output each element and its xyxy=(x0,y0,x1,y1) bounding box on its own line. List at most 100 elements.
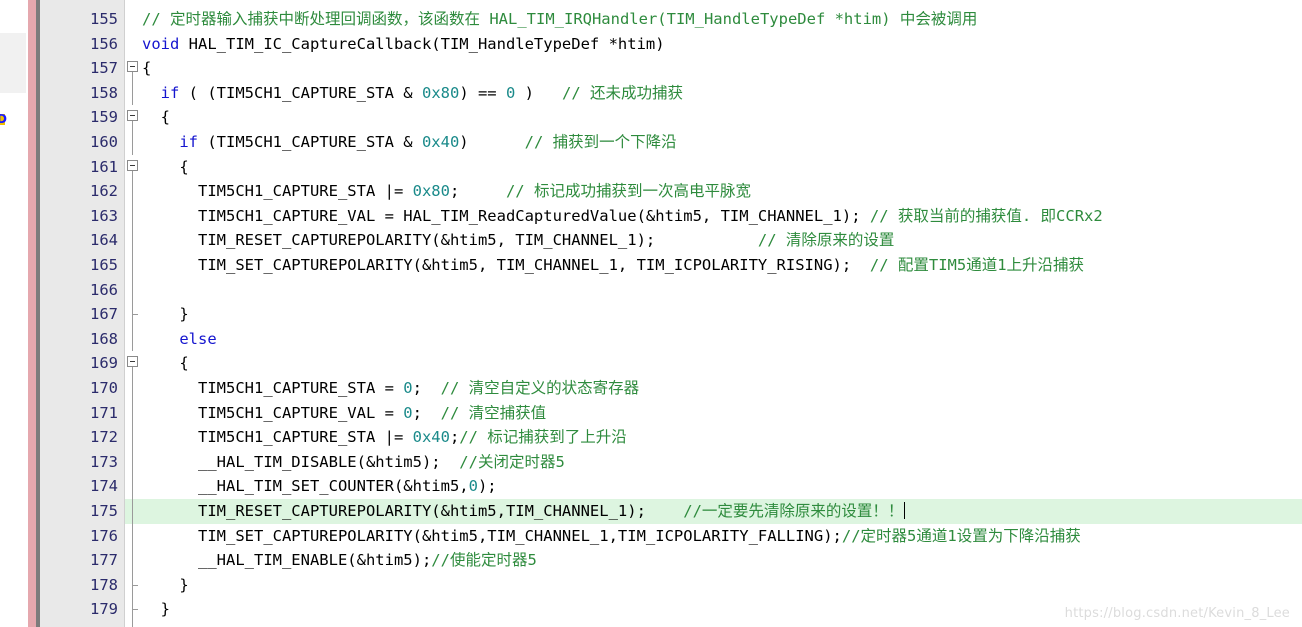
fold-guide-line xyxy=(126,277,140,303)
fold-region-end xyxy=(126,597,140,622)
line-number: 166 xyxy=(90,280,118,299)
line-number: 160 xyxy=(90,133,118,151)
code-line[interactable]: 164 TIM_RESET_CAPTUREPOLARITY(&htim5, TI… xyxy=(0,228,1302,253)
code-line-text: { xyxy=(142,354,189,373)
code-line-text: if ( (TIM5CH1_CAPTURE_STA & 0x80) == 0 )… xyxy=(160,83,683,102)
code-line-text: } xyxy=(142,622,155,627)
code-line[interactable]: 177 __HAL_TIM_ENABLE(&htim5);//使能定时器5 xyxy=(0,548,1302,573)
code-line-text: { xyxy=(142,59,152,78)
code-line-text: __HAL_TIM_SET_COUNTER(&htim5,0); xyxy=(142,477,497,496)
code-line[interactable]: 175 TIM_RESET_CAPTUREPOLARITY(&htim5,TIM… xyxy=(0,499,1302,524)
code-editor-view[interactable]: D 155// 定时器输入捕获中断处理回调函数，该函数在 HAL_TIM_IRQ… xyxy=(0,0,1302,627)
code-line[interactable]: 161 { xyxy=(0,155,1302,180)
fold-guide-line xyxy=(126,130,140,155)
code-line-text: TIM5CH1_CAPTURE_STA |= 0x40;// 标记捕获到了上升沿 xyxy=(142,428,627,447)
code-line-text: { xyxy=(142,157,189,176)
code-line-text: TIM_SET_CAPTUREPOLARITY(&htim5,TIM_CHANN… xyxy=(142,526,1081,545)
fold-region-end xyxy=(126,302,140,327)
code-line[interactable]: 176 TIM_SET_CAPTUREPOLARITY(&htim5,TIM_C… xyxy=(0,523,1302,549)
line-number: 180 xyxy=(40,622,118,627)
code-line-text: } xyxy=(142,575,189,594)
line-number: 168 xyxy=(90,329,118,348)
line-number: 177 xyxy=(90,551,118,570)
fold-guide-line xyxy=(126,449,140,475)
fold-guide-line xyxy=(126,80,140,106)
code-line[interactable]: 165 TIM_SET_CAPTUREPOLARITY(&htim5, TIM_… xyxy=(0,253,1302,278)
line-number: 176 xyxy=(90,526,118,545)
line-number: 170 xyxy=(90,379,118,397)
code-line-text: __HAL_TIM_DISABLE(&htim5); //关闭定时器5 xyxy=(142,452,565,471)
line-number: 159 xyxy=(90,108,118,127)
code-line[interactable]: 178 } xyxy=(0,572,1302,598)
code-line-text: else xyxy=(179,329,217,348)
fold-toggle-icon[interactable] xyxy=(126,56,140,81)
watermark-text: https://blog.csdn.net/Kevin_8_Lee xyxy=(1064,606,1290,621)
code-line-text: TIM5CH1_CAPTURE_STA = 0; // 清空自定义的状态寄存器 xyxy=(142,379,640,397)
code-line[interactable]: 162 TIM5CH1_CAPTURE_STA |= 0x80; // 标记成功… xyxy=(0,179,1302,204)
fold-toggle-icon[interactable] xyxy=(126,105,140,130)
code-line-text: { xyxy=(142,108,170,127)
code-line[interactable]: 159 { xyxy=(0,105,1302,130)
line-number: 169 xyxy=(90,354,118,373)
code-line-text: TIM_SET_CAPTUREPOLARITY(&htim5, TIM_CHAN… xyxy=(142,256,1085,274)
fold-guide-line xyxy=(126,326,140,352)
fold-column-empty xyxy=(126,7,140,32)
code-line[interactable]: 170 TIM5CH1_CAPTURE_STA = 0; // 清空自定义的状态… xyxy=(0,376,1302,401)
code-line[interactable]: 174 __HAL_TIM_SET_COUNTER(&htim5,0); xyxy=(0,474,1302,499)
code-line[interactable]: 155 // 定时器输入捕获中断处理回调函数，该函数在 HAL_TIM_IRQHa… xyxy=(0,7,1302,32)
line-number: 178 xyxy=(90,575,118,594)
line-number: 171 xyxy=(90,403,118,422)
code-line-text: __HAL_TIM_ENABLE(&htim5);//使能定时器5 xyxy=(142,551,537,570)
line-number: 156 xyxy=(90,34,118,53)
code-line[interactable]: 169 { xyxy=(0,351,1302,376)
line-number: 155 xyxy=(90,10,118,28)
line-number: 165 xyxy=(90,256,118,274)
fold-guide-line xyxy=(126,523,140,549)
code-line-text: TIM5CH1_CAPTURE_VAL = HAL_TIM_ReadCaptur… xyxy=(142,206,1103,225)
code-line[interactable]: 156 void HAL_TIM_IC_CaptureCallback(TIM_H… xyxy=(0,32,1302,57)
fold-guide-line xyxy=(126,474,140,499)
line-number: 162 xyxy=(90,182,118,201)
line-number: 164 xyxy=(90,231,118,250)
fold-guide-line xyxy=(126,548,140,573)
code-line-text: TIM_RESET_CAPTUREPOLARITY(&htim5, TIM_CH… xyxy=(142,231,895,250)
code-line[interactable]: 166 xyxy=(0,277,1302,303)
code-line[interactable]: 180} xyxy=(0,622,1302,627)
fold-guide-line xyxy=(126,622,140,627)
code-line-text: if (TIM5CH1_CAPTURE_STA & 0x40) // 捕获到一个… xyxy=(179,133,677,151)
text-cursor xyxy=(904,502,906,519)
line-number: 173 xyxy=(90,452,118,471)
code-lines-container[interactable]: 155 // 定时器输入捕获中断处理回调函数，该函数在 HAL_TIM_IRQHa… xyxy=(0,0,1302,627)
code-line-text: // 定时器输入捕获中断处理回调函数，该函数在 HAL_TIM_IRQHandl… xyxy=(142,10,978,28)
code-line[interactable]: 163 TIM5CH1_CAPTURE_VAL = HAL_TIM_ReadCa… xyxy=(0,203,1302,229)
fold-column-empty xyxy=(126,32,140,57)
code-line[interactable]: 160 if (TIM5CH1_CAPTURE_STA & 0x40) // 捕… xyxy=(0,130,1302,155)
fold-toggle-icon[interactable] xyxy=(126,351,140,376)
code-line[interactable]: 172 TIM5CH1_CAPTURE_STA |= 0x40;// 标记捕获到… xyxy=(0,425,1302,450)
code-line-text: TIM_RESET_CAPTUREPOLARITY(&htim5,TIM_CHA… xyxy=(142,499,910,524)
fold-guide-line xyxy=(126,179,140,204)
code-line[interactable]: 171 TIM5CH1_CAPTURE_VAL = 0; // 清空捕获值 xyxy=(0,400,1302,426)
line-number: 175 xyxy=(90,502,118,520)
fold-guide-line xyxy=(126,228,140,253)
code-line[interactable]: 167 } xyxy=(0,302,1302,327)
code-line[interactable]: 173 __HAL_TIM_DISABLE(&htim5); //关闭定时器5 xyxy=(0,449,1302,475)
fold-guide-line xyxy=(126,425,140,450)
line-number: 174 xyxy=(90,477,118,496)
line-number: 172 xyxy=(90,428,118,447)
fold-region-end xyxy=(126,572,140,598)
fold-guide-line xyxy=(126,253,140,278)
fold-toggle-icon[interactable] xyxy=(126,155,140,180)
fold-guide-line xyxy=(126,499,140,524)
code-line-text: void HAL_TIM_IC_CaptureCallback(TIM_Hand… xyxy=(142,34,665,53)
code-line-text: } xyxy=(142,305,189,324)
line-number: 157 xyxy=(90,59,118,78)
line-number: 179 xyxy=(90,600,118,619)
fold-guide-line xyxy=(126,203,140,229)
code-line-text: TIM5CH1_CAPTURE_STA |= 0x80; // 标记成功捕获到一… xyxy=(142,182,751,201)
line-number: 163 xyxy=(90,206,118,225)
code-line[interactable]: 157 { xyxy=(0,56,1302,81)
code-line[interactable]: 168 else xyxy=(0,326,1302,352)
fold-guide-line xyxy=(126,400,140,426)
code-line[interactable]: 158 if ( (TIM5CH1_CAPTURE_STA & 0x80) ==… xyxy=(0,80,1302,106)
